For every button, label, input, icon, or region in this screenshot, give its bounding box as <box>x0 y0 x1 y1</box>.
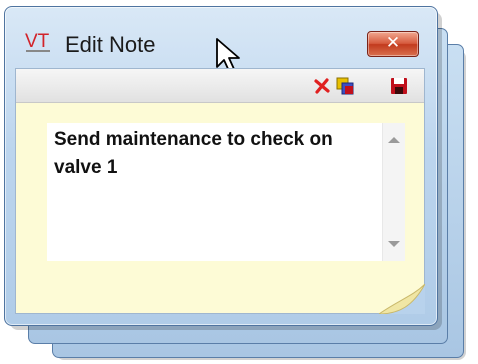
note-client-area: Send maintenance to check on valve 1 <box>15 68 425 314</box>
note-toolbar <box>16 69 424 103</box>
color-icon[interactable] <box>334 75 356 97</box>
scroll-down-arrow-icon[interactable] <box>388 241 400 247</box>
scroll-up-arrow-icon[interactable] <box>388 137 400 143</box>
logo-text: VT <box>25 31 50 52</box>
close-icon: ✕ <box>385 33 401 53</box>
edit-note-window: VT Edit Note ✕ Send maintenance to check… <box>4 6 438 326</box>
page-curl-icon <box>379 284 425 314</box>
note-text: Send maintenance to check on valve 1 <box>54 129 333 178</box>
note-text-area[interactable]: Send maintenance to check on valve 1 <box>47 123 405 261</box>
close-button[interactable]: ✕ <box>367 31 419 57</box>
delete-icon[interactable] <box>311 75 333 97</box>
window-title: Edit Note <box>65 32 156 57</box>
app-logo-icon: VT <box>25 31 50 52</box>
note-scrollbar[interactable] <box>382 123 405 261</box>
save-icon[interactable] <box>388 75 410 97</box>
